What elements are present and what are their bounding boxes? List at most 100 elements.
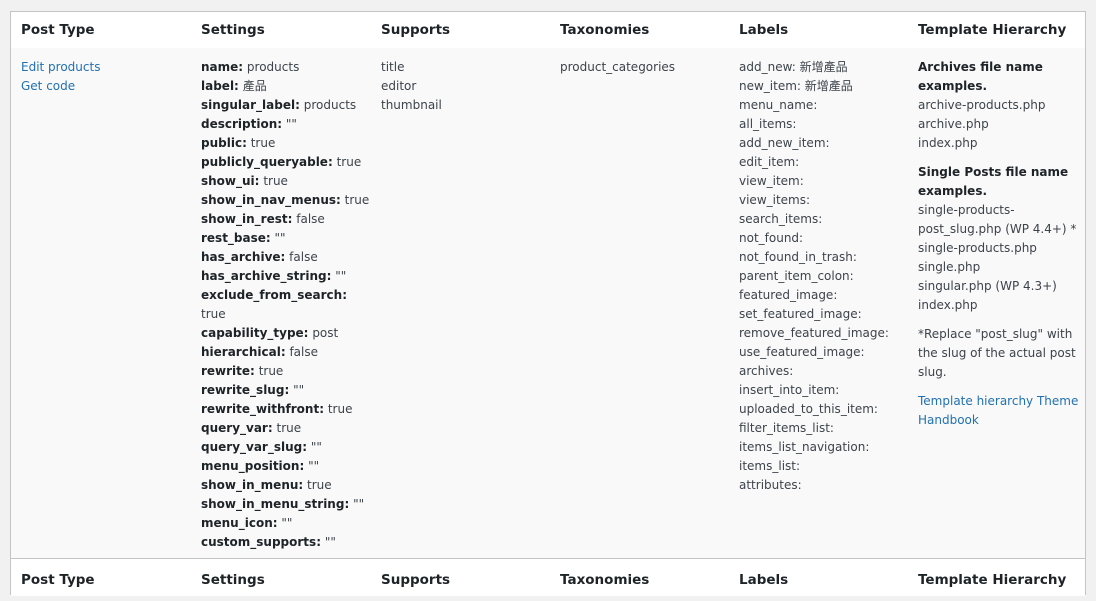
setting-value: "" — [293, 383, 305, 397]
setting-row: query_var_slug: "" — [201, 438, 369, 457]
setting-row: hierarchical: false — [201, 343, 369, 362]
footer-taxonomies: Taxonomies — [560, 572, 650, 588]
setting-value: products — [246, 60, 300, 74]
setting-value: "" — [308, 459, 320, 473]
setting-value: true — [258, 364, 284, 378]
support-item: thumbnail — [381, 98, 442, 112]
label-item: add_new: 新增產品 — [739, 60, 848, 74]
setting-row: rest_base: "" — [201, 229, 369, 248]
footer-settings: Settings — [201, 572, 265, 588]
label-item: items_list: — [739, 459, 801, 473]
single-file: single-products-post_slug.php (WP 4.4+) … — [918, 203, 1077, 236]
template-hierarchy-handbook-link[interactable]: Template hierarchy Theme Handbook — [918, 392, 1080, 430]
label-item: edit_item: — [739, 155, 800, 169]
setting-row: exclude_from_search: — [201, 286, 369, 305]
edit-products-link[interactable]: Edit products — [21, 58, 100, 77]
setting-row: rewrite_slug: "" — [201, 381, 369, 400]
setting-key: show_in_menu: — [201, 478, 304, 492]
setting-value: "" — [285, 117, 297, 131]
table-header-row: Post Type Settings Supports Taxonomies L… — [11, 12, 1085, 49]
archive-file: archive.php — [918, 117, 989, 131]
setting-value: false — [296, 212, 325, 226]
setting-key: menu_position: — [201, 459, 305, 473]
setting-value: "" — [335, 269, 347, 283]
setting-row: capability_type: post — [201, 324, 369, 343]
label-item: view_items: — [739, 193, 811, 207]
setting-row: description: "" — [201, 115, 369, 134]
header-template-hierarchy: Template Hierarchy — [918, 22, 1067, 38]
label-item: insert_into_item: — [739, 383, 840, 397]
get-code-link[interactable]: Get code — [21, 77, 100, 96]
single-file: single-products.php — [918, 241, 1037, 255]
setting-key: rewrite: — [201, 364, 255, 378]
setting-key: public: — [201, 136, 247, 150]
setting-key: exclude_from_search: — [201, 288, 348, 302]
setting-key: has_archive_string: — [201, 269, 332, 283]
setting-key: capability_type: — [201, 326, 309, 340]
setting-value: true — [276, 421, 302, 435]
archive-file: index.php — [918, 136, 978, 150]
setting-key: query_var: — [201, 421, 273, 435]
table-footer-row: Post Type Settings Supports Taxonomies L… — [11, 558, 1085, 596]
setting-row: menu_icon: "" — [201, 514, 369, 533]
replace-note: *Replace "post_slug" with the slug of th… — [918, 327, 1076, 379]
footer-template-hierarchy: Template Hierarchy — [918, 572, 1067, 588]
label-item: add_new_item: — [739, 136, 830, 150]
header-supports: Supports — [381, 22, 451, 38]
setting-key: show_in_menu_string: — [201, 497, 350, 511]
setting-row: show_ui: true — [201, 172, 369, 191]
setting-row: show_in_menu: true — [201, 476, 369, 495]
support-item: editor — [381, 79, 417, 93]
setting-key: custom_supports: — [201, 535, 321, 549]
setting-value: "" — [274, 231, 286, 245]
setting-row: show_in_rest: false — [201, 210, 369, 229]
setting-row: custom_supports: "" — [201, 533, 369, 552]
label-item: uploaded_to_this_item: — [739, 402, 878, 416]
setting-key: show_in_rest: — [201, 212, 293, 226]
single-file: index.php — [918, 298, 978, 312]
label-item: search_items: — [739, 212, 823, 226]
label-item: use_featured_image: — [739, 345, 865, 359]
setting-key: show_ui: — [201, 174, 260, 188]
setting-value: true — [344, 193, 370, 207]
setting-value: false — [289, 345, 318, 359]
setting-value: "" — [310, 440, 322, 454]
label-item: new_item: 新增產品 — [739, 79, 853, 93]
settings-cell: name: products label: 產品 singular_label: p… — [201, 58, 369, 552]
post-types-table: Post Type Settings Supports Taxonomies L… — [10, 11, 1086, 596]
setting-row: menu_position: "" — [201, 457, 369, 476]
label-item: featured_image: — [739, 288, 838, 302]
setting-value: true — [201, 307, 226, 321]
label-item: not_found_in_trash: — [739, 250, 857, 264]
setting-value: true — [263, 174, 288, 188]
single-file: singular.php (WP 4.3+) — [918, 279, 1057, 293]
setting-value: 產品 — [242, 79, 267, 93]
setting-row: public: true — [201, 134, 369, 153]
setting-key: publicly_queryable: — [201, 155, 333, 169]
setting-row: true — [201, 305, 369, 324]
header-taxonomies: Taxonomies — [560, 22, 650, 38]
label-item: not_found: — [739, 231, 804, 245]
setting-value: true — [250, 136, 276, 150]
setting-key: name: — [201, 60, 244, 74]
taxonomies-cell: product_categories — [560, 58, 675, 77]
setting-row: show_in_nav_menus: true — [201, 191, 369, 210]
label-item: menu_name: — [739, 98, 818, 112]
label-item: parent_item_colon: — [739, 269, 854, 283]
setting-value: products — [303, 98, 357, 112]
single-file: single.php — [918, 260, 981, 274]
label-item: archives: — [739, 364, 794, 378]
setting-key: singular_label: — [201, 98, 300, 112]
setting-value: "" — [324, 535, 336, 549]
footer-post-type: Post Type — [21, 572, 95, 588]
support-item: title — [381, 60, 405, 74]
supports-cell: title editor thumbnail — [381, 58, 442, 115]
label-item: view_item: — [739, 174, 804, 188]
label-item: set_featured_image: — [739, 307, 862, 321]
header-settings: Settings — [201, 22, 265, 38]
setting-key: rewrite_slug: — [201, 383, 290, 397]
setting-value: false — [289, 250, 318, 264]
archive-file: archive-products.php — [918, 98, 1046, 112]
label-item: attributes: — [739, 478, 802, 492]
post-type-cell: Edit products Get code — [21, 58, 100, 96]
